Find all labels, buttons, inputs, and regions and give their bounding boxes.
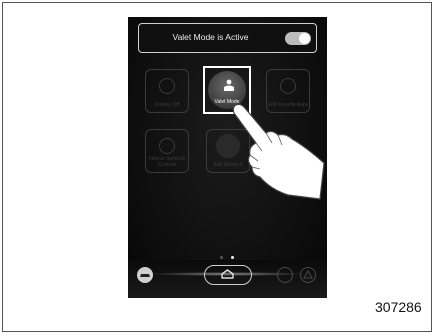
- valet-person-icon: [224, 79, 234, 91]
- app-vehicle-symbols-controls[interactable]: Vehicle Symbols Controls: [145, 129, 189, 173]
- power-icon: [159, 78, 175, 94]
- valet-status-text: Valet Mode is Active: [172, 32, 249, 42]
- app-display-off[interactable]: Display Off: [145, 69, 189, 113]
- page-dot-active[interactable]: [231, 256, 234, 259]
- app-label: Vehicle Symbols Controls: [148, 156, 186, 168]
- shortcut-button-2[interactable]: [300, 267, 316, 283]
- car-infotainment-screen: Valet Mode is Active Display Off Valet M…: [128, 17, 327, 298]
- home-button[interactable]: [204, 265, 252, 285]
- warning-icon: [303, 269, 313, 279]
- drive-mode-button[interactable]: [137, 267, 153, 283]
- figure-frame: Valet Mode is Active Display Off Valet M…: [2, 2, 432, 332]
- valet-toggle-switch[interactable]: [285, 32, 311, 45]
- hand-pointer-illustration: [232, 103, 325, 200]
- shortcut-button-1[interactable]: [277, 267, 293, 283]
- home-icon: [221, 269, 234, 279]
- page-dot[interactable]: [220, 256, 223, 259]
- car-icon: [140, 274, 150, 277]
- valet-status-bar: Valet Mode is Active: [138, 23, 317, 53]
- figure-id: 307286: [375, 299, 422, 315]
- vehicle-icon: [159, 138, 175, 154]
- edit-icon: [280, 78, 296, 94]
- app-label: Display Off: [154, 102, 180, 108]
